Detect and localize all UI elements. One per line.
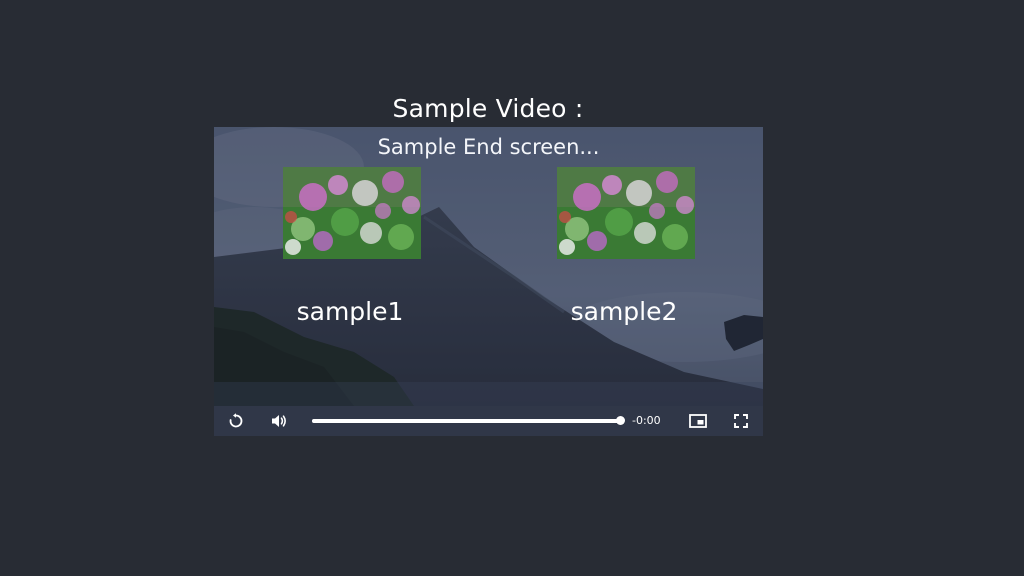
picture-in-picture-icon (689, 414, 707, 428)
volume-button[interactable] (264, 406, 294, 436)
progress-bar[interactable] (312, 416, 625, 425)
end-screen-card-1[interactable]: sample1 (240, 167, 460, 326)
fullscreen-icon (734, 414, 748, 428)
replay-icon (229, 413, 243, 428)
card-thumbnail[interactable] (283, 167, 421, 259)
time-remaining: -0:00 (632, 414, 661, 427)
picture-in-picture-button[interactable] (683, 406, 713, 436)
replay-button[interactable] (221, 406, 251, 436)
end-screen-title: Sample End screen... (377, 135, 600, 159)
card-label[interactable]: sample1 (240, 297, 460, 326)
progress-handle[interactable] (616, 416, 625, 425)
fullscreen-button[interactable] (726, 406, 756, 436)
page-title: Sample Video : (392, 94, 584, 123)
card-label[interactable]: sample2 (514, 297, 734, 326)
volume-icon (271, 415, 286, 427)
page: Sample Video : Sample End screen... samp… (0, 0, 1024, 576)
video-controls-bar: -0:00 (214, 406, 763, 436)
end-screen-card-2[interactable]: sample2 (514, 167, 734, 326)
video-player[interactable]: Sample End screen... sample1 sample2 -0:… (214, 127, 763, 436)
progress-fill (312, 419, 620, 423)
card-thumbnail[interactable] (557, 167, 695, 259)
